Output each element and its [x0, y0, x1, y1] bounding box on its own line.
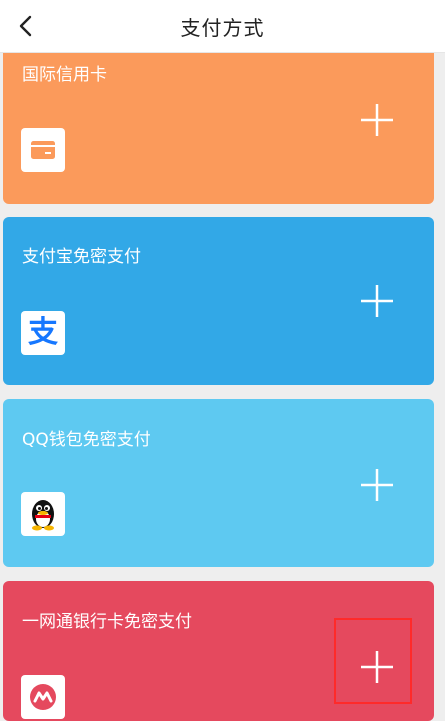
qq-penguin-icon — [21, 492, 65, 536]
plus-icon — [361, 104, 393, 136]
add-button[interactable] — [353, 96, 401, 144]
back-button[interactable] — [8, 8, 44, 44]
header: 支付方式 — [0, 0, 445, 53]
add-button[interactable] — [353, 277, 401, 325]
plus-icon — [361, 651, 393, 683]
alipay-icon: 支 — [21, 311, 65, 355]
chevron-left-icon — [19, 15, 32, 37]
page-title: 支付方式 — [180, 15, 265, 40]
cmb-icon — [21, 675, 65, 719]
payment-card-alipay[interactable]: 支付宝免密支付 支 — [3, 217, 434, 385]
plus-icon — [361, 469, 393, 501]
add-button[interactable] — [353, 461, 401, 509]
credit-card-icon — [21, 128, 65, 172]
card-label: 一网通银行卡免密支付 — [22, 612, 192, 632]
card-label: 支付宝免密支付 — [22, 247, 141, 267]
add-button[interactable] — [353, 643, 401, 691]
payment-card-cmb-netpay[interactable]: 一网通银行卡免密支付 — [3, 581, 434, 721]
card-label: 国际信用卡 — [22, 65, 107, 85]
card-label: QQ钱包免密支付 — [22, 430, 151, 450]
plus-icon — [361, 285, 393, 317]
payment-card-qq-wallet[interactable]: QQ钱包免密支付 — [3, 399, 434, 567]
payment-card-international-credit[interactable]: 国际信用卡 — [3, 38, 434, 204]
